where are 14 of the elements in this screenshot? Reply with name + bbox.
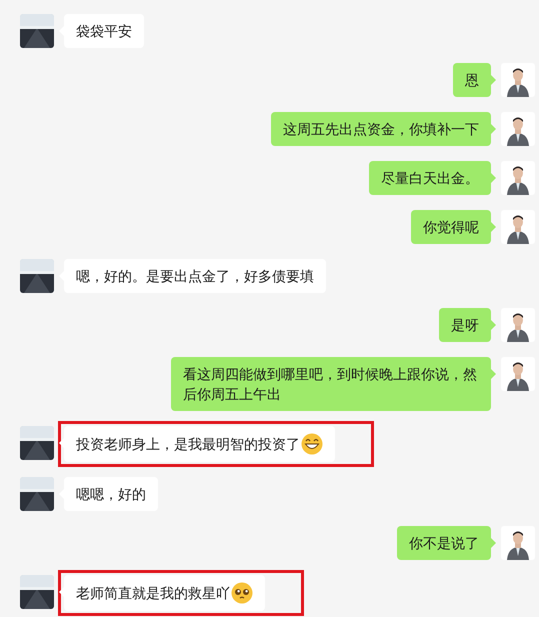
message-text: 尽量白天出金。 [381,169,479,188]
message-text: 嗯嗯，好的 [76,485,146,504]
message-text: 老师简直就是我的救星吖 [76,584,230,603]
message-text: 投资老师身上，是我最明智的投资了 [76,435,300,454]
message-text: 你不是说了 [409,534,479,553]
message-text: 恩 [465,71,479,90]
message-text: 这周五先出点资金，你填补一下 [283,120,479,139]
message-text: 你觉得呢 [423,218,479,237]
message-text: 看这周四能做到哪里吧，到时候晚上跟你说，然后你周五上午出 [183,365,478,404]
pleading-face-icon [231,582,253,604]
message-text: 嗯，好的。是要出点金了，好多债要填 [76,267,314,286]
grinning-face-icon [301,433,323,455]
message-text: 袋袋平安 [76,22,132,41]
message-text: 是呀 [451,316,479,335]
